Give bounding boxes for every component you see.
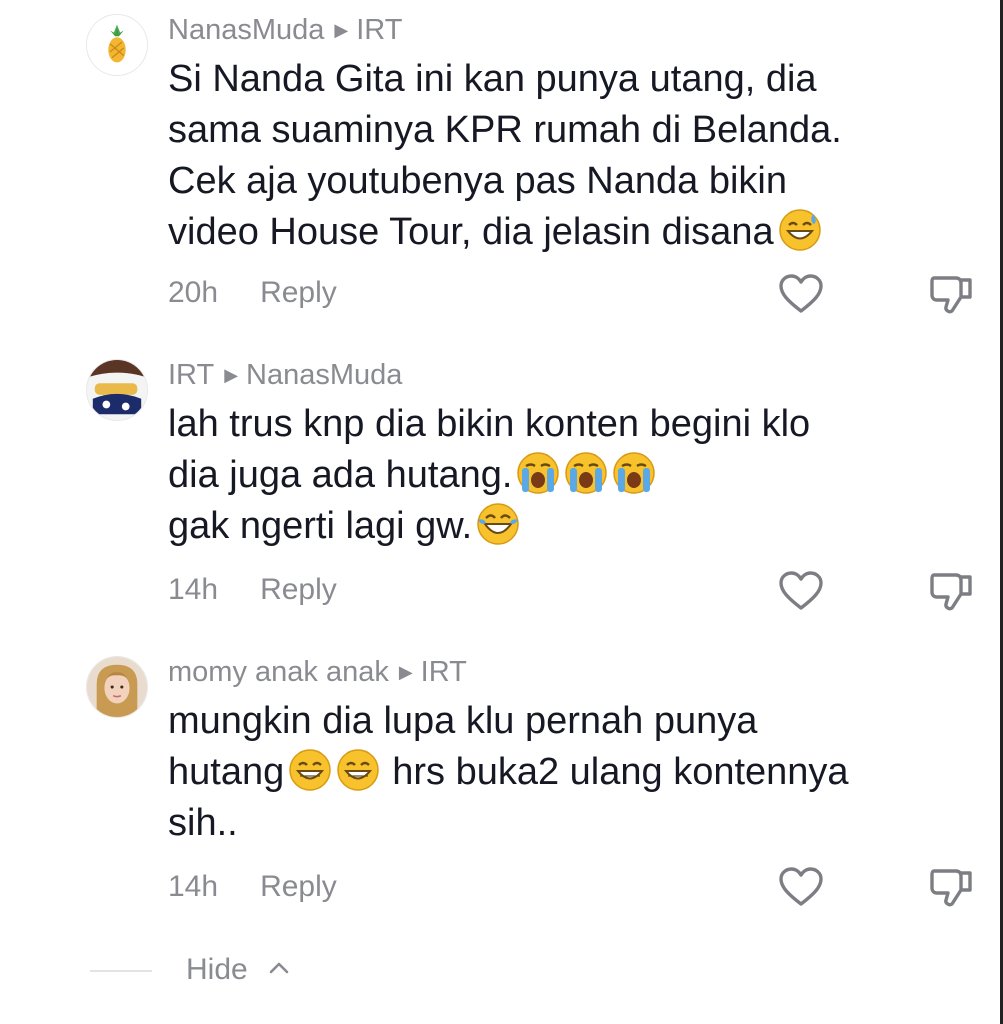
thumbs-down-outline-icon[interactable] xyxy=(928,865,974,909)
reply-button[interactable]: Reply xyxy=(260,573,337,606)
comment-footer: 20h Reply xyxy=(168,276,337,310)
divider xyxy=(90,970,152,972)
comment-line: mungkin dia lupa klu pernah punya xyxy=(168,700,758,742)
comment-line: lah trus knp dia bikin konten begini klo xyxy=(168,403,811,445)
reply-to-name[interactable]: IRT xyxy=(356,14,402,46)
loudly-crying-emoji-icon xyxy=(564,451,608,495)
avatar[interactable] xyxy=(86,656,148,718)
heart-outline-icon[interactable] xyxy=(778,570,824,612)
comment-line: dia juga ada hutang. xyxy=(168,454,513,496)
loudly-crying-emoji-icon xyxy=(516,451,560,495)
loudly-crying-emoji-icon xyxy=(612,451,656,495)
grinning-squinting-emoji-icon xyxy=(336,748,380,792)
hide-replies-button[interactable]: Hide xyxy=(186,952,248,988)
grinning-squinting-emoji-icon xyxy=(288,748,332,792)
comment-text: lah trus knp dia bikin konten begini klo… xyxy=(168,399,958,552)
comment-line: gak ngerti lagi gw. xyxy=(168,505,473,547)
reply-to-name[interactable]: NanasMuda xyxy=(246,359,402,391)
heart-outline-icon[interactable] xyxy=(778,273,824,315)
comment-line: hutang xyxy=(168,751,285,793)
comment-line: sih.. xyxy=(168,802,238,844)
reply-button[interactable]: Reply xyxy=(260,276,337,309)
right-triangle-icon: ▶ xyxy=(398,662,413,682)
comment-line: sama suaminya KPR rumah di Belanda. xyxy=(168,109,842,151)
chevron-up-icon[interactable] xyxy=(267,960,291,976)
comment-footer: 14h Reply xyxy=(168,573,337,607)
avatar[interactable] xyxy=(86,359,148,421)
portrait-avatar-icon xyxy=(87,657,147,717)
comment-footer: 14h Reply xyxy=(168,870,337,904)
comment-text: mungkin dia lupa klu pernah punya hutang… xyxy=(168,696,958,849)
comment-meta: momy anak anak ▶ IRT xyxy=(168,655,467,692)
grinning-sweat-emoji-icon xyxy=(778,208,822,252)
author-name[interactable]: momy anak anak xyxy=(168,656,389,688)
thumbs-down-outline-icon[interactable] xyxy=(928,272,974,316)
photo-avatar-icon xyxy=(87,360,147,420)
comment-line: video House Tour, dia jelasin disana xyxy=(168,211,774,253)
comment-time: 20h xyxy=(168,276,219,309)
reply-button[interactable]: Reply xyxy=(260,870,337,903)
author-name[interactable]: NanasMuda xyxy=(168,14,324,46)
thumbs-down-outline-icon[interactable] xyxy=(928,569,974,613)
comment-meta: NanasMuda ▶ IRT xyxy=(168,13,402,50)
comment-line: Cek aja youtubenya pas Nanda bikin xyxy=(168,160,787,202)
heart-outline-icon[interactable] xyxy=(778,866,824,908)
comment-text: Si Nanda Gita ini kan punya utang, dia s… xyxy=(168,54,958,258)
avatar[interactable] xyxy=(86,14,148,76)
reply-to-name[interactable]: IRT xyxy=(421,656,467,688)
comment-line: Si Nanda Gita ini kan punya utang, dia xyxy=(168,58,817,100)
right-triangle-icon: ▶ xyxy=(224,365,239,385)
comment-line: hrs buka2 ulang kontennya xyxy=(392,751,849,793)
pineapple-avatar-icon xyxy=(87,15,147,75)
comment-meta: IRT ▶ NanasMuda xyxy=(168,358,402,395)
author-name[interactable]: IRT xyxy=(168,359,214,391)
tears-of-joy-emoji-icon xyxy=(476,502,520,546)
comment-time: 14h xyxy=(168,870,219,903)
comment-time: 14h xyxy=(168,573,219,606)
right-triangle-icon: ▶ xyxy=(334,20,349,40)
